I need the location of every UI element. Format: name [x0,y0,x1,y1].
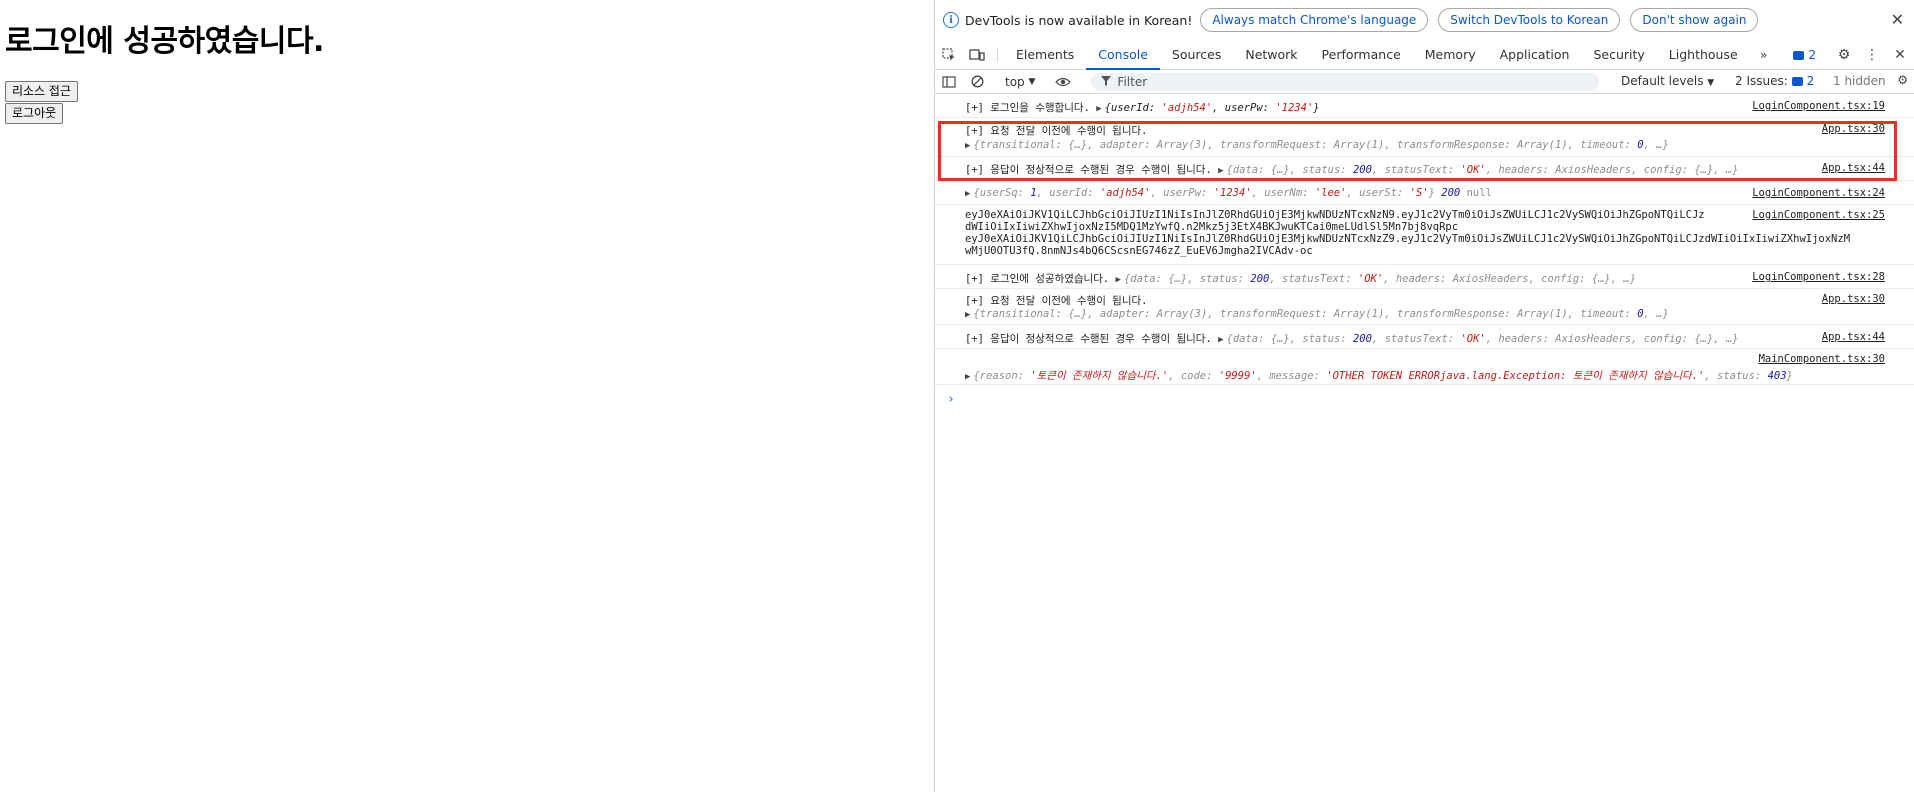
log-text: [+] 로그인에 성공하였습니다. [965,273,1110,285]
web-page: 로그인에 성공하였습니다. 리소스 접근 로그아웃 [0,0,934,792]
issues-badge[interactable]: 2 [1793,48,1816,62]
log-object[interactable]: {transitional: {…}, adapter: Array(3), t… [973,139,1668,151]
console-message: [+] 로그인에 성공하였습니다. ▶ {data: {…}, status: 2… [935,265,1914,289]
kebab-menu-icon[interactable]: ⋮ [1858,47,1886,63]
source-link[interactable]: MainComponent.tsx:30 [1759,353,1885,365]
token-line: eyJ0eXAiOiJKV1QiLCJhbGciOiJIUzI1NiIsInJl… [965,209,1705,221]
log-object[interactable]: {data: {…}, status: 200, statusText: 'OK… [1124,273,1636,285]
log-object[interactable]: {reason: '토큰이 존재하지 않습니다.', code: '9999',… [973,370,1792,382]
tab-sources[interactable]: Sources [1160,40,1233,69]
message-icon [1793,50,1805,60]
log-object[interactable]: {data: {…}, status: 200, statusText: 'OK… [1227,164,1739,176]
info-icon: i [943,12,959,28]
sidebar-toggle-icon[interactable] [935,75,963,88]
console-message: [+] 응답이 정상적으로 수행된 경우 수행이 됩니다. ▶ {data: {…… [935,157,1914,181]
log-text: [+] 응답이 정상적으로 수행된 경우 수행이 됩니다. [965,333,1212,345]
expand-triangle-icon[interactable]: ▶ [1218,335,1223,345]
tab-elements[interactable]: Elements [1004,40,1086,69]
log-object[interactable]: {data: {…}, status: 200, statusText: 'OK… [1227,333,1739,345]
source-link[interactable]: App.tsx:44 [1822,162,1885,174]
issues-num: 2 [1806,74,1815,88]
source-link[interactable]: LoginComponent.tsx:19 [1752,100,1885,112]
tab-console[interactable]: Console [1086,40,1160,70]
console-message: ▶ {userSq: 1, userId: 'adjh54', userPw: '… [935,181,1914,205]
tab-application[interactable]: Application [1488,40,1582,69]
log-levels-dropdown[interactable]: Default levels ▼ [1621,74,1714,88]
filter-icon [1101,75,1112,89]
log-object[interactable]: {userId: 'adjh54', userPw: '1234'} [1105,102,1320,114]
close-devtools-icon[interactable]: ✕ [1886,47,1914,63]
token-line: dWIiOiIxIiwiZXhwIjoxNzI5MDQ1MzYwfQ.n2Mkz… [965,221,1459,233]
context-selector[interactable]: top ▼ [1005,75,1035,89]
tab-lighthouse[interactable]: Lighthouse [1657,40,1750,69]
close-icon[interactable]: ✕ [1891,10,1904,29]
log-null: null [1466,187,1492,199]
filter-input[interactable]: Filter [1091,72,1600,91]
device-toolbar-icon[interactable] [963,40,991,69]
console-message: eyJ0eXAiOiJKV1QiLCJhbGciOiJIUzI1NiIsInJl… [935,205,1914,265]
console-prompt[interactable]: › [947,392,955,407]
context-label: top [1005,74,1025,89]
tab-performance[interactable]: Performance [1310,40,1413,69]
filter-placeholder: Filter [1117,74,1148,89]
inspect-element-icon[interactable] [935,40,963,69]
source-link[interactable]: App.tsx:30 [1822,293,1885,305]
expand-triangle-icon[interactable]: ▶ [965,310,970,320]
gear-icon[interactable]: ⚙ [1830,47,1858,63]
levels-label: Default levels [1621,74,1704,88]
tab-network[interactable]: Network [1233,40,1309,69]
token-line: eyJ0eXAiOiJKV1QiLCJhbGciOiJIUzI1NiIsInJl… [965,233,1851,245]
resource-access-button[interactable]: 리소스 접근 [5,81,79,102]
console-message: [+] 요청 전달 이전에 수행이 됩니다. ▶ {transitional: {… [935,118,1914,157]
expand-triangle-icon[interactable]: ▶ [1218,166,1223,176]
issues-counter[interactable]: 2 Issues: 2 [1735,74,1814,88]
clear-console-icon[interactable] [963,75,991,88]
eye-icon[interactable] [1049,76,1077,88]
expand-triangle-icon[interactable]: ▶ [965,189,970,199]
devtools-panel: i DevTools is now available in Korean! A… [934,0,1914,792]
caret-down-icon: ▼ [1028,76,1036,87]
console-message: MainComponent.tsx:30 ▶ {reason: '토큰이 존재하지… [935,349,1914,385]
dont-show-again-button[interactable]: Don't show again [1630,8,1759,32]
source-link[interactable]: LoginComponent.tsx:25 [1752,209,1885,221]
log-text: [+] 요청 전달 이전에 수행이 됩니다. [965,295,1148,307]
toolbar-divider [997,47,998,62]
match-language-button[interactable]: Always match Chrome's language [1200,8,1429,32]
log-object[interactable]: {transitional: {…}, adapter: Array(3), t… [973,308,1668,320]
source-link[interactable]: LoginComponent.tsx:28 [1752,271,1885,283]
console-toolbar: top ▼ Filter Default levels ▼ 2 Issues: … [935,70,1914,94]
console-settings-icon[interactable]: ⚙ [1897,73,1908,87]
infobar-message: DevTools is now available in Korean! [965,12,1193,28]
expand-triangle-icon[interactable]: ▶ [1116,275,1121,285]
source-link[interactable]: App.tsx:44 [1822,331,1885,343]
token-line: wMjU0OTU3fQ.8nmNJs4bQ6CScsnEG746zZ_EuEV6… [965,245,1313,257]
log-text: [+] 요청 전달 이전에 수행이 됩니다. [965,125,1148,137]
console-message: [+] 응답이 정상적으로 수행된 경우 수행이 됩니다. ▶ {data: {…… [935,325,1914,349]
more-tabs-icon[interactable]: » [1750,40,1778,69]
source-link[interactable]: App.tsx:30 [1822,123,1885,135]
message-icon [1791,76,1803,86]
tab-memory[interactable]: Memory [1413,40,1488,69]
console-message: [+] 요청 전달 이전에 수행이 됩니다. ▶ {transitional: {… [935,289,1914,325]
source-link[interactable]: LoginComponent.tsx:24 [1752,187,1885,199]
log-text: [+] 응답이 정상적으로 수행된 경우 수행이 됩니다. [965,164,1212,176]
log-object[interactable]: {userSq: 1, userId: 'adjh54', userPw: '1… [973,187,1435,199]
log-number: 200 [1441,187,1461,199]
page-title: 로그인에 성공하였습니다. [5,24,324,59]
expand-triangle-icon[interactable]: ▶ [1096,104,1101,114]
switch-language-button[interactable]: Switch DevTools to Korean [1438,8,1621,32]
tab-security[interactable]: Security [1581,40,1656,69]
expand-triangle-icon[interactable]: ▶ [965,141,970,151]
console-message: [+] 로그인을 수행합니다. ▶ {userId: 'adjh54', user… [935,94,1914,118]
issues-label: 2 Issues: [1735,74,1788,88]
logout-button[interactable]: 로그아웃 [5,103,64,124]
issues-badge-count: 2 [1808,48,1816,62]
expand-triangle-icon[interactable]: ▶ [965,372,970,382]
caret-down-icon: ▼ [1707,78,1715,88]
language-infobar: i DevTools is now available in Korean! A… [935,0,1914,40]
devtools-tabbar: Elements Console Sources Network Perform… [935,40,1914,70]
log-text: [+] 로그인을 수행합니다. [965,102,1090,114]
hidden-count: 1 hidden [1833,74,1886,88]
